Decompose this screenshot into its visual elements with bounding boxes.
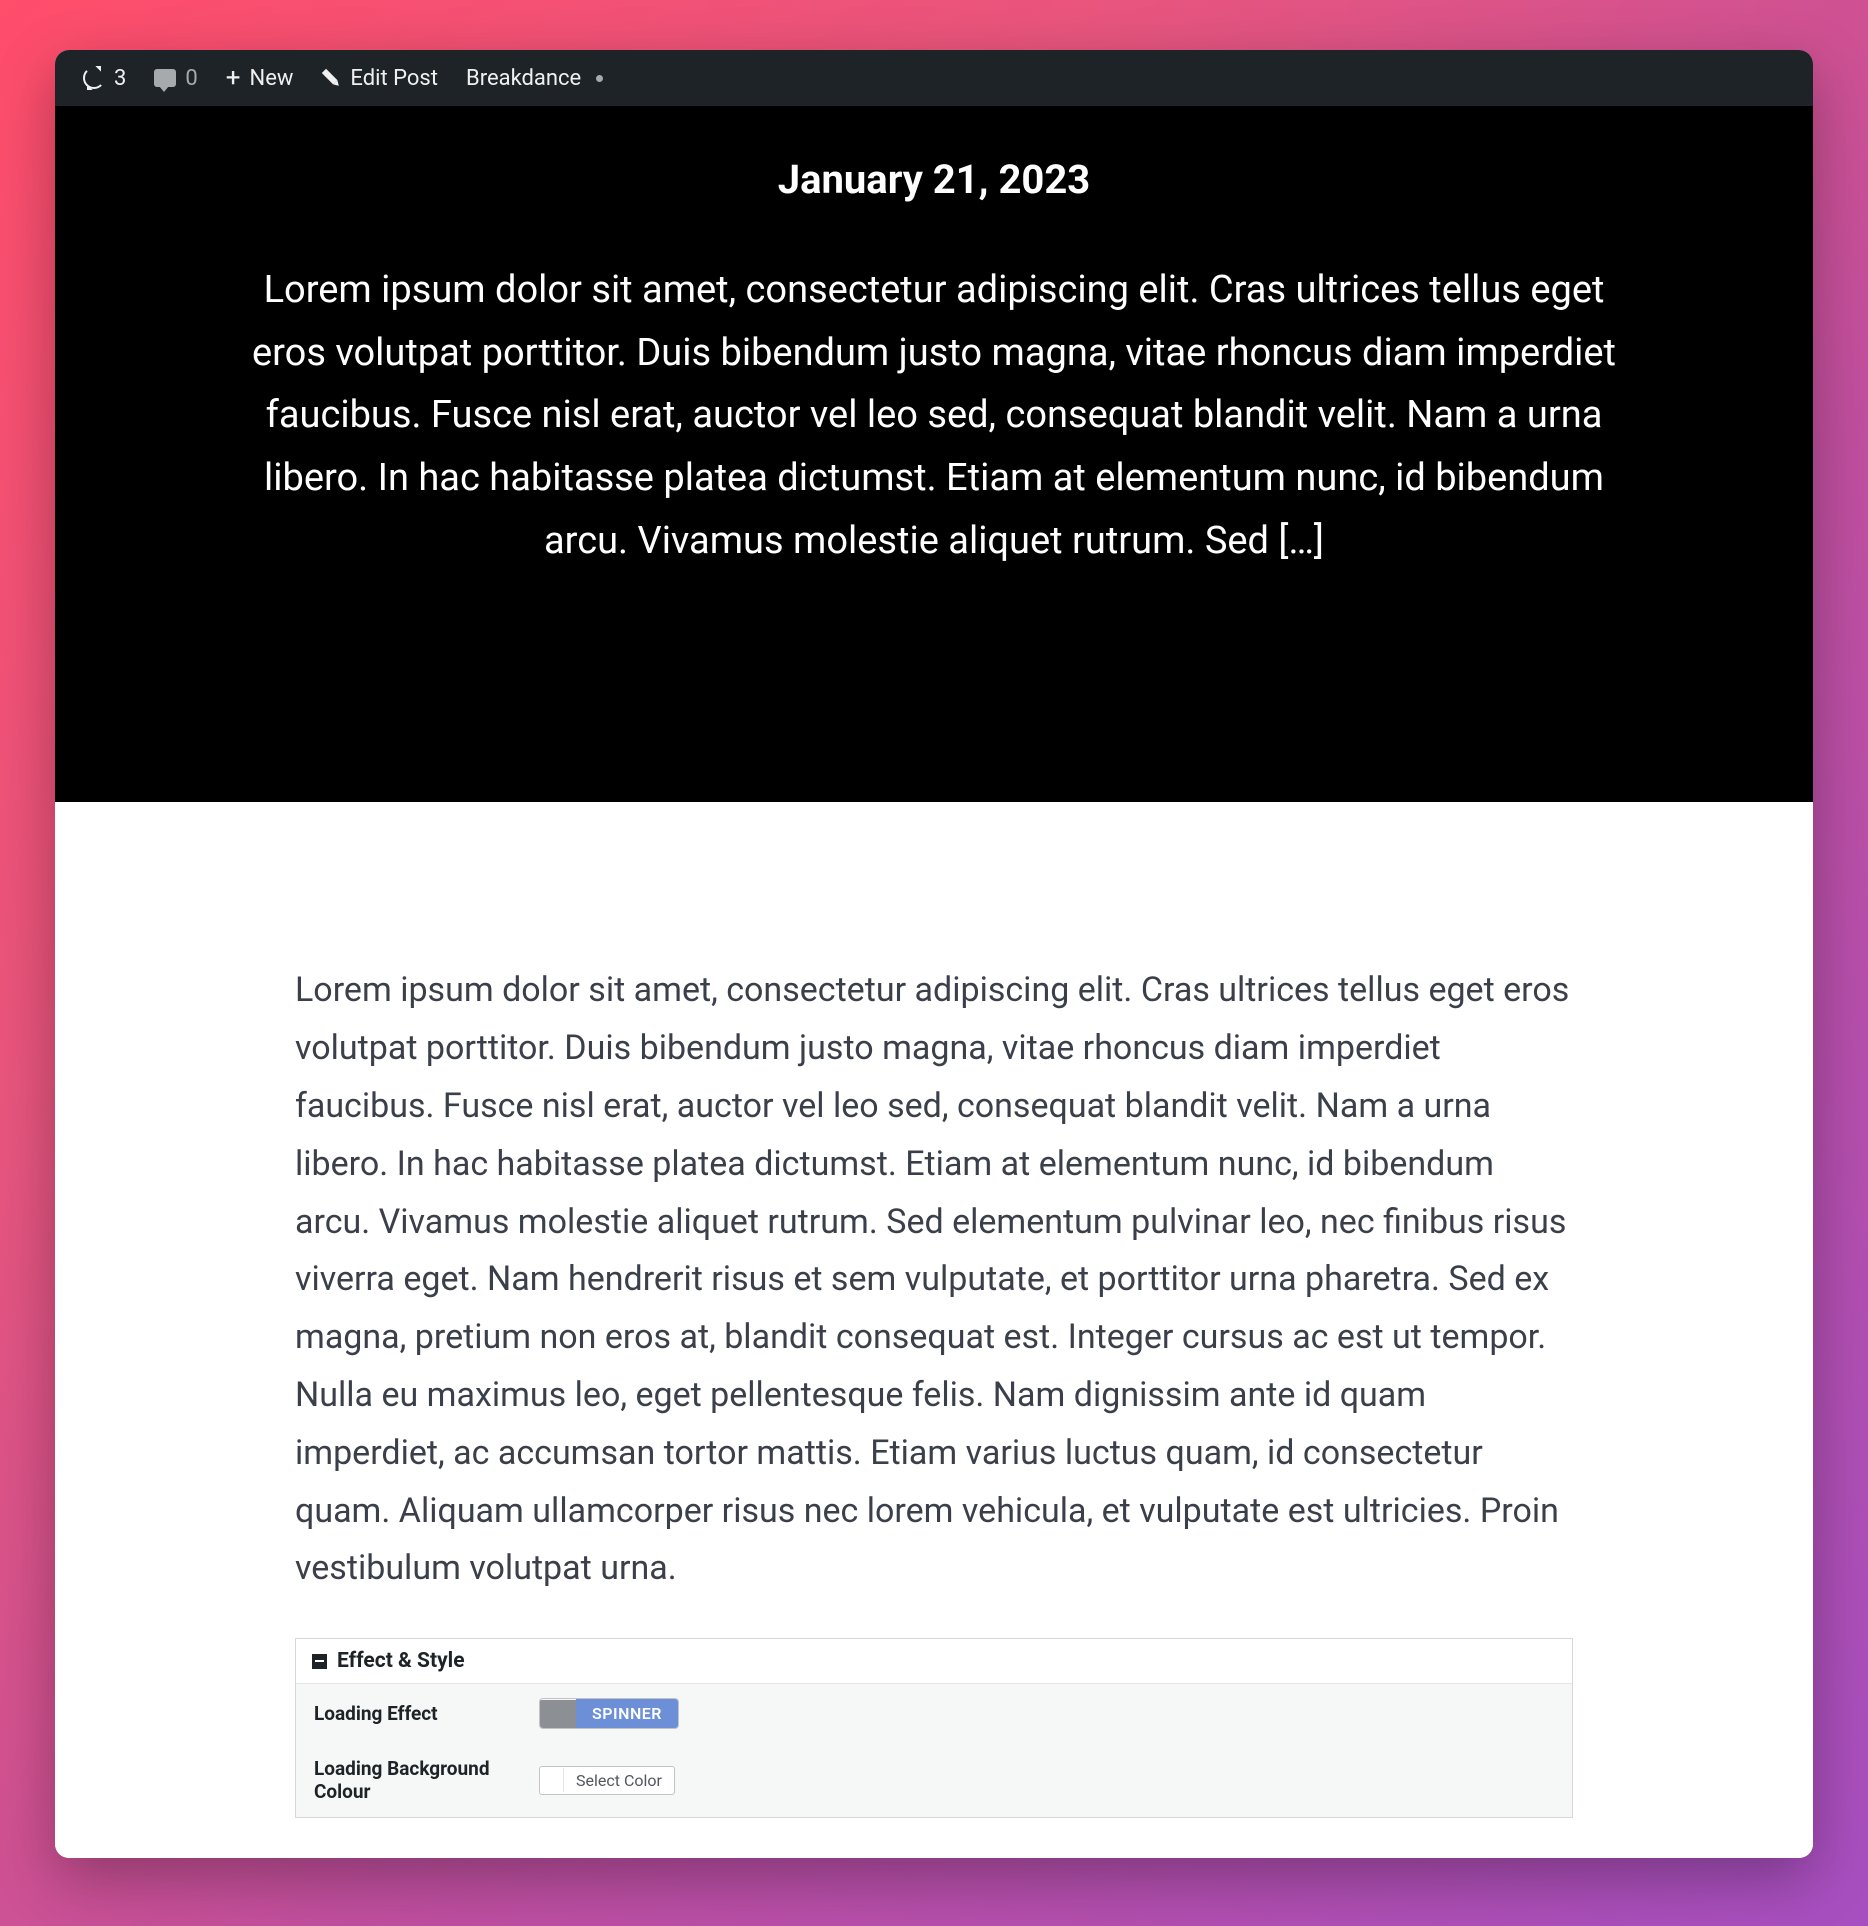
breakdance-item[interactable]: Breakdance [452, 66, 617, 91]
pencil-icon [317, 64, 345, 92]
refresh-icon [83, 67, 105, 89]
post-body: Lorem ipsum dolor sit amet, consectetur … [295, 962, 1573, 1598]
loading-effect-toggle[interactable]: SPINNER [539, 1698, 679, 1729]
settings-panel: Effect & Style Loading Effect SPINNER Lo… [295, 1638, 1573, 1818]
content-section: Lorem ipsum dolor sit amet, consectetur … [55, 802, 1813, 1858]
refresh-item[interactable]: 3 [69, 66, 140, 91]
post-excerpt: Lorem ipsum dolor sit amet, consectetur … [244, 259, 1624, 572]
comment-count: 0 [185, 66, 197, 91]
select-color-label: Select Color [564, 1767, 674, 1794]
new-item[interactable]: + New [212, 65, 308, 91]
admin-bar: 3 0 + New Edit Post Breakdance [55, 50, 1813, 106]
new-label: New [250, 66, 294, 91]
loading-effect-label: Loading Effect [314, 1702, 509, 1725]
edit-post-item[interactable]: Edit Post [307, 66, 452, 91]
loading-bg-row: Loading Background Colour Select Color [296, 1743, 1572, 1817]
toggle-off-segment [540, 1700, 576, 1728]
loading-effect-row: Loading Effect SPINNER [296, 1684, 1572, 1743]
settings-panel-header[interactable]: Effect & Style [296, 1639, 1572, 1684]
hero-section: January 21, 2023 Lorem ipsum dolor sit a… [55, 106, 1813, 802]
collapse-icon [312, 1654, 327, 1669]
comment-icon [154, 69, 176, 87]
settings-title: Effect & Style [337, 1649, 465, 1673]
plus-icon: + [226, 65, 241, 91]
loading-bg-label: Loading Background Colour [314, 1757, 509, 1803]
browser-window: 3 0 + New Edit Post Breakdance January 2… [55, 50, 1813, 1858]
comments-item[interactable]: 0 [140, 66, 211, 91]
color-select-button[interactable]: Select Color [539, 1766, 675, 1795]
post-date: January 21, 2023 [155, 156, 1713, 203]
dot-indicator-icon [596, 75, 603, 82]
toggle-on-segment: SPINNER [576, 1699, 678, 1728]
color-swatch [540, 1768, 564, 1792]
edit-post-label: Edit Post [350, 66, 438, 91]
breakdance-label: Breakdance [466, 66, 581, 91]
refresh-count: 3 [114, 66, 126, 91]
